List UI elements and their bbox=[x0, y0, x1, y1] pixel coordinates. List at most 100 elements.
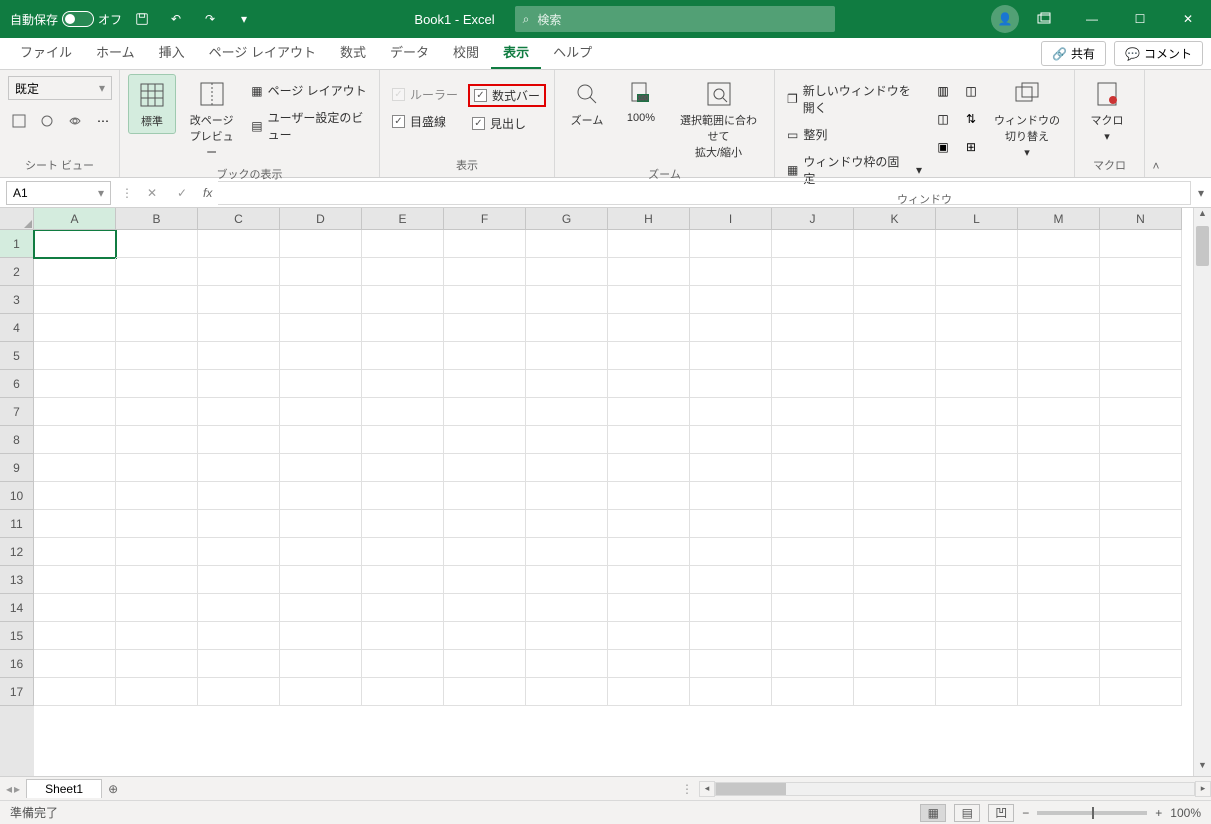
view-page-break-status-button[interactable]: 凹 bbox=[988, 804, 1014, 822]
cell[interactable] bbox=[444, 622, 526, 650]
cell[interactable] bbox=[280, 622, 362, 650]
tab-home[interactable]: ホーム bbox=[84, 36, 147, 69]
cell[interactable] bbox=[34, 398, 116, 426]
cell[interactable] bbox=[362, 510, 444, 538]
cell[interactable] bbox=[280, 286, 362, 314]
cell[interactable] bbox=[1018, 482, 1100, 510]
cell[interactable] bbox=[936, 342, 1018, 370]
cell[interactable] bbox=[608, 342, 690, 370]
cell[interactable] bbox=[1018, 538, 1100, 566]
cell[interactable] bbox=[34, 650, 116, 678]
cell[interactable] bbox=[116, 398, 198, 426]
tab-file[interactable]: ファイル bbox=[8, 36, 84, 69]
gridlines-checkbox[interactable]: 目盛線 bbox=[388, 111, 462, 132]
cell[interactable] bbox=[936, 510, 1018, 538]
cell[interactable] bbox=[854, 482, 936, 510]
cell[interactable] bbox=[444, 678, 526, 706]
cell[interactable] bbox=[772, 482, 854, 510]
cell[interactable] bbox=[1018, 566, 1100, 594]
cell[interactable] bbox=[362, 286, 444, 314]
cell[interactable] bbox=[854, 314, 936, 342]
row-header[interactable]: 5 bbox=[0, 342, 34, 370]
row-header[interactable]: 3 bbox=[0, 286, 34, 314]
sheet-view-exit[interactable] bbox=[36, 110, 58, 132]
cell[interactable] bbox=[1100, 370, 1182, 398]
zoom-100-button[interactable]: 100 100% bbox=[617, 74, 665, 128]
collapse-ribbon-button[interactable]: ˄ bbox=[1145, 70, 1167, 177]
cell[interactable] bbox=[34, 510, 116, 538]
tab-formulas[interactable]: 数式 bbox=[328, 36, 378, 69]
cell[interactable] bbox=[116, 426, 198, 454]
cell[interactable] bbox=[526, 398, 608, 426]
cell[interactable] bbox=[1018, 286, 1100, 314]
unhide-button[interactable]: ▣ bbox=[932, 136, 954, 158]
cell[interactable] bbox=[690, 398, 772, 426]
undo-button[interactable]: ↶ bbox=[162, 5, 190, 33]
headings-checkbox[interactable]: 見出し bbox=[468, 113, 546, 134]
cell[interactable] bbox=[772, 454, 854, 482]
confirm-edit-button[interactable]: ✓ bbox=[167, 181, 197, 205]
cell[interactable] bbox=[526, 510, 608, 538]
cell[interactable] bbox=[198, 650, 280, 678]
cell[interactable] bbox=[854, 650, 936, 678]
sync-scroll-button[interactable]: ⇅ bbox=[960, 108, 982, 130]
cell[interactable] bbox=[608, 622, 690, 650]
column-header[interactable]: A bbox=[34, 208, 116, 229]
cell[interactable] bbox=[280, 650, 362, 678]
cell[interactable] bbox=[34, 258, 116, 286]
cell[interactable] bbox=[608, 566, 690, 594]
cell[interactable] bbox=[1100, 398, 1182, 426]
cell[interactable] bbox=[362, 566, 444, 594]
cell[interactable] bbox=[526, 482, 608, 510]
cell-area[interactable] bbox=[34, 230, 1193, 706]
cell[interactable] bbox=[116, 286, 198, 314]
column-headers[interactable]: ABCDEFGHIJKLMN bbox=[34, 208, 1182, 230]
cell[interactable] bbox=[280, 566, 362, 594]
cell[interactable] bbox=[362, 650, 444, 678]
cell[interactable] bbox=[772, 398, 854, 426]
cell[interactable] bbox=[936, 258, 1018, 286]
cell[interactable] bbox=[854, 622, 936, 650]
cell[interactable] bbox=[936, 594, 1018, 622]
row-header[interactable]: 16 bbox=[0, 650, 34, 678]
cell[interactable] bbox=[198, 398, 280, 426]
view-page-break-button[interactable]: 改ページ プレビュー bbox=[182, 74, 241, 164]
cell[interactable] bbox=[608, 678, 690, 706]
tab-page-layout[interactable]: ページ レイアウト bbox=[197, 36, 328, 69]
reset-position-button[interactable]: ⊞ bbox=[960, 136, 982, 158]
cell[interactable] bbox=[362, 398, 444, 426]
cell[interactable] bbox=[608, 594, 690, 622]
cell[interactable] bbox=[1018, 314, 1100, 342]
cell[interactable] bbox=[34, 454, 116, 482]
cell[interactable] bbox=[280, 510, 362, 538]
cell[interactable] bbox=[690, 342, 772, 370]
sheet-view-dropdown[interactable]: 既定▾ bbox=[8, 76, 112, 100]
row-header[interactable]: 13 bbox=[0, 566, 34, 594]
view-page-layout-button[interactable]: ▦ページ レイアウト bbox=[247, 80, 371, 101]
cell[interactable] bbox=[526, 286, 608, 314]
cell[interactable] bbox=[444, 230, 526, 258]
cell[interactable] bbox=[34, 622, 116, 650]
cell[interactable] bbox=[116, 454, 198, 482]
new-sheet-button[interactable]: ⊕ bbox=[102, 778, 124, 800]
cell[interactable] bbox=[608, 454, 690, 482]
cell[interactable] bbox=[34, 342, 116, 370]
cell[interactable] bbox=[526, 342, 608, 370]
cell[interactable] bbox=[936, 482, 1018, 510]
cell[interactable] bbox=[772, 342, 854, 370]
cell[interactable] bbox=[772, 230, 854, 258]
cell[interactable] bbox=[1100, 454, 1182, 482]
cell[interactable] bbox=[444, 258, 526, 286]
cell[interactable] bbox=[526, 454, 608, 482]
cell[interactable] bbox=[116, 482, 198, 510]
cell[interactable] bbox=[854, 426, 936, 454]
cell[interactable] bbox=[608, 286, 690, 314]
cell[interactable] bbox=[444, 650, 526, 678]
cell[interactable] bbox=[1018, 398, 1100, 426]
view-normal-button[interactable]: 標準 bbox=[128, 74, 176, 134]
cell[interactable] bbox=[1100, 622, 1182, 650]
switch-windows-button[interactable]: ウィンドウの 切り替え ▾ bbox=[988, 74, 1066, 163]
tab-help[interactable]: ヘルプ bbox=[541, 36, 604, 69]
hide-button[interactable]: ◫ bbox=[932, 108, 954, 130]
cell[interactable] bbox=[280, 678, 362, 706]
